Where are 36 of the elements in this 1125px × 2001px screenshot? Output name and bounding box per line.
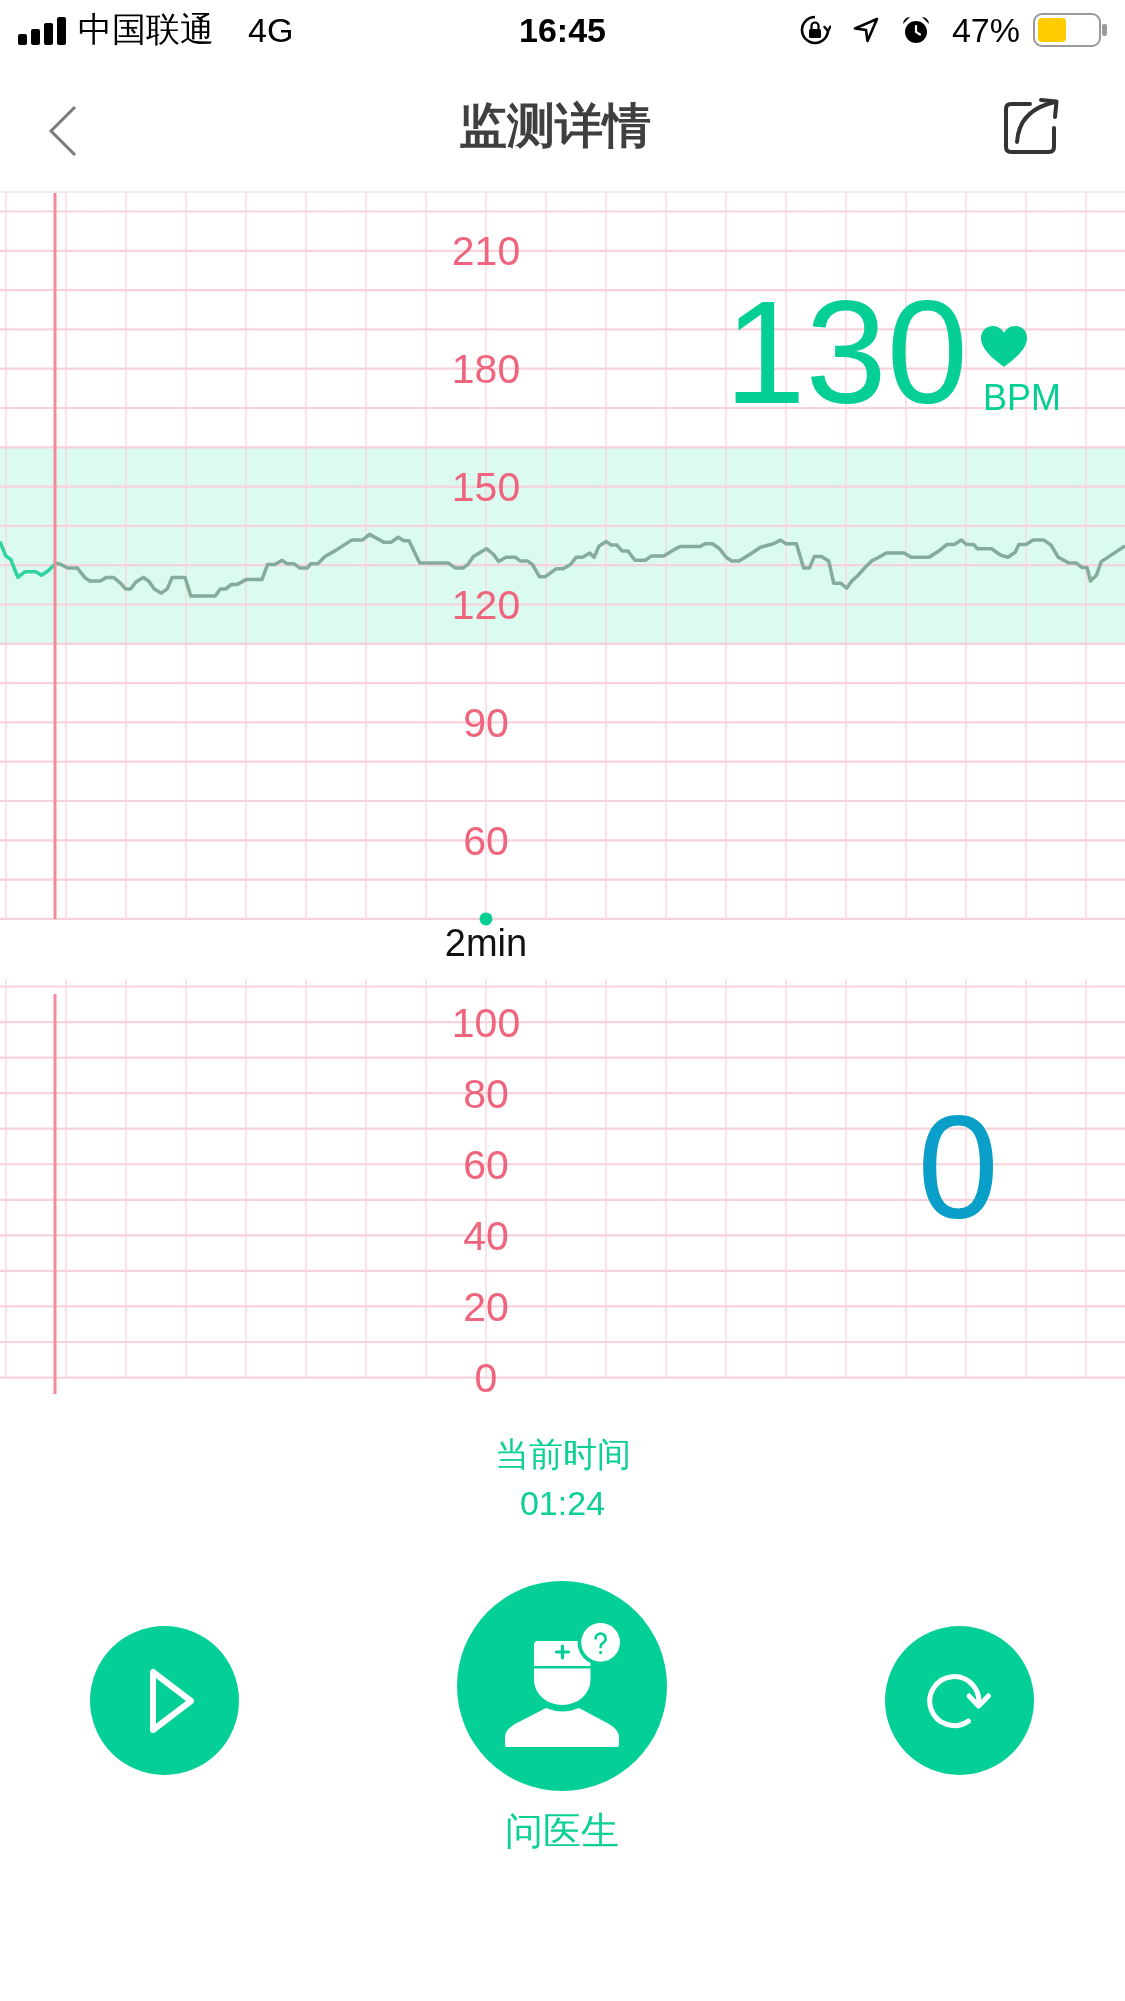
signal-icon (18, 15, 66, 45)
alarm-clock-icon (900, 15, 931, 45)
location-arrow-icon (851, 16, 880, 44)
y-axis-label: 80 (463, 1070, 509, 1117)
y-axis-label: 120 (451, 582, 521, 628)
unit-label: BPM (983, 377, 1061, 418)
y-axis-label: 150 (451, 464, 521, 511)
current-time-value: 01:24 (519, 1483, 606, 1524)
network-type: 4G (248, 10, 294, 50)
time-scale-label: 2min (444, 922, 528, 964)
status-time: 16:45 (519, 10, 606, 50)
play-icon (147, 1666, 196, 1735)
rotation-lock-icon (798, 14, 831, 46)
y-axis-label: 90 (463, 699, 509, 746)
page-title: 监测详情 (459, 97, 651, 154)
heart-icon (981, 326, 1027, 367)
y-axis-label: 180 (451, 346, 521, 393)
battery-percent: 47% (951, 10, 1020, 50)
y-axis-label: 0 (474, 1355, 498, 1398)
pressure-value: 0 (917, 1086, 999, 1249)
current-time-label: 当前时间 (494, 1434, 631, 1475)
heart-rate-value: 130 (724, 271, 968, 434)
time-marker-icon (479, 912, 493, 926)
y-axis-label: 60 (463, 817, 509, 864)
replay-icon (926, 1672, 993, 1729)
y-axis-label: 210 (451, 228, 521, 275)
y-axis-label: 100 (451, 999, 521, 1046)
battery-icon (1033, 13, 1107, 47)
y-axis-label: 40 (463, 1212, 509, 1259)
carrier-name: 中国联通 (78, 9, 214, 50)
ask-doctor-label: 问医生 (505, 1809, 619, 1854)
back-chevron-icon (48, 104, 78, 157)
y-axis-label: 60 (463, 1141, 509, 1188)
back-button[interactable] (48, 104, 78, 157)
doctor-icon (503, 1623, 621, 1749)
y-axis-label: 20 (463, 1283, 509, 1330)
